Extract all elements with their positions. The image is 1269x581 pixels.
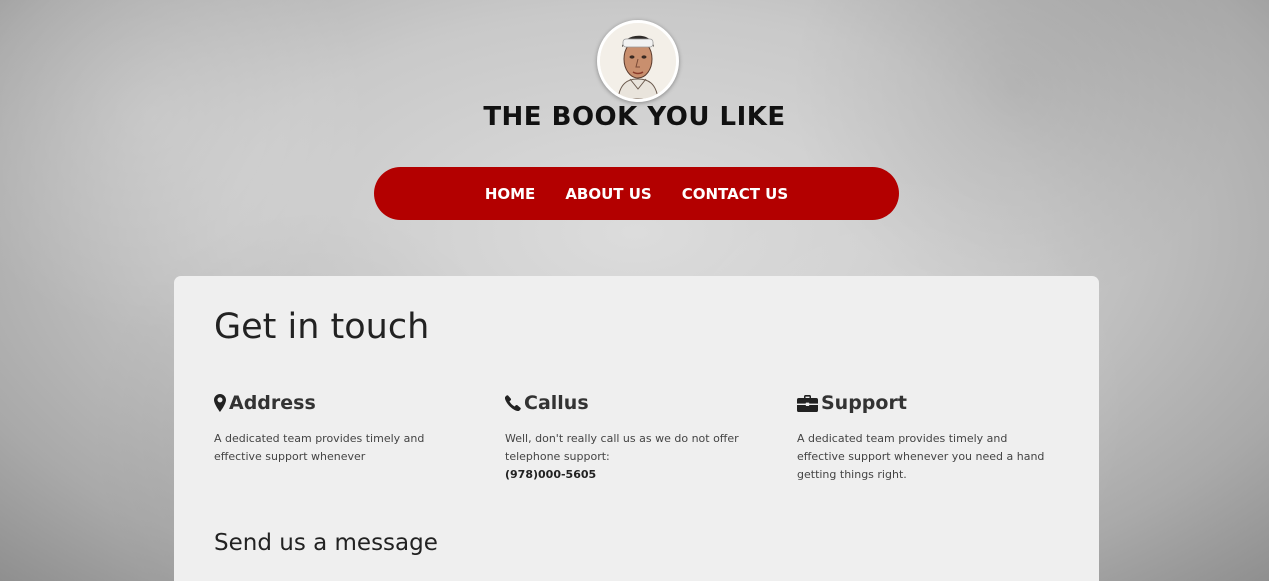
site-logo[interactable] — [597, 20, 679, 102]
portrait-avatar-icon — [600, 23, 676, 99]
nav-home-link[interactable]: HOME — [485, 185, 535, 203]
map-marker-icon — [214, 394, 226, 412]
briefcase-icon — [797, 394, 818, 412]
call-column: Callus Well, don't really call us as we … — [505, 391, 755, 484]
address-title: Address — [214, 391, 464, 415]
support-title-label: Support — [821, 392, 907, 414]
address-title-label: Address — [229, 392, 316, 414]
support-column: Support A dedicated team provides timely… — [797, 391, 1047, 484]
call-text: Well, don't really call us as we do not … — [505, 432, 739, 463]
contact-heading: Get in touch — [214, 307, 430, 347]
site-title: THE BOOK YOU LIKE — [483, 102, 786, 132]
nav-about-us-link[interactable]: ABOUT US — [565, 185, 651, 203]
phone-icon — [505, 395, 521, 411]
call-title-label: Callus — [524, 392, 589, 414]
support-title: Support — [797, 391, 1047, 415]
contact-card: Get in touch Address A dedicated team pr… — [174, 276, 1099, 581]
support-text: A dedicated team provides timely and eff… — [797, 432, 1045, 481]
main-navbar: HOME ABOUT US CONTACT US — [374, 167, 899, 220]
nav-contact-us-link[interactable]: CONTACT US — [682, 185, 788, 203]
address-text: A dedicated team provides timely and eff… — [214, 432, 425, 463]
send-message-heading: Send us a message — [214, 530, 438, 556]
address-column: Address A dedicated team provides timely… — [214, 391, 464, 466]
call-title: Callus — [505, 391, 755, 415]
phone-number[interactable]: (978)000-5605 — [505, 466, 755, 484]
call-text-block: Well, don't really call us as we do not … — [505, 430, 755, 484]
